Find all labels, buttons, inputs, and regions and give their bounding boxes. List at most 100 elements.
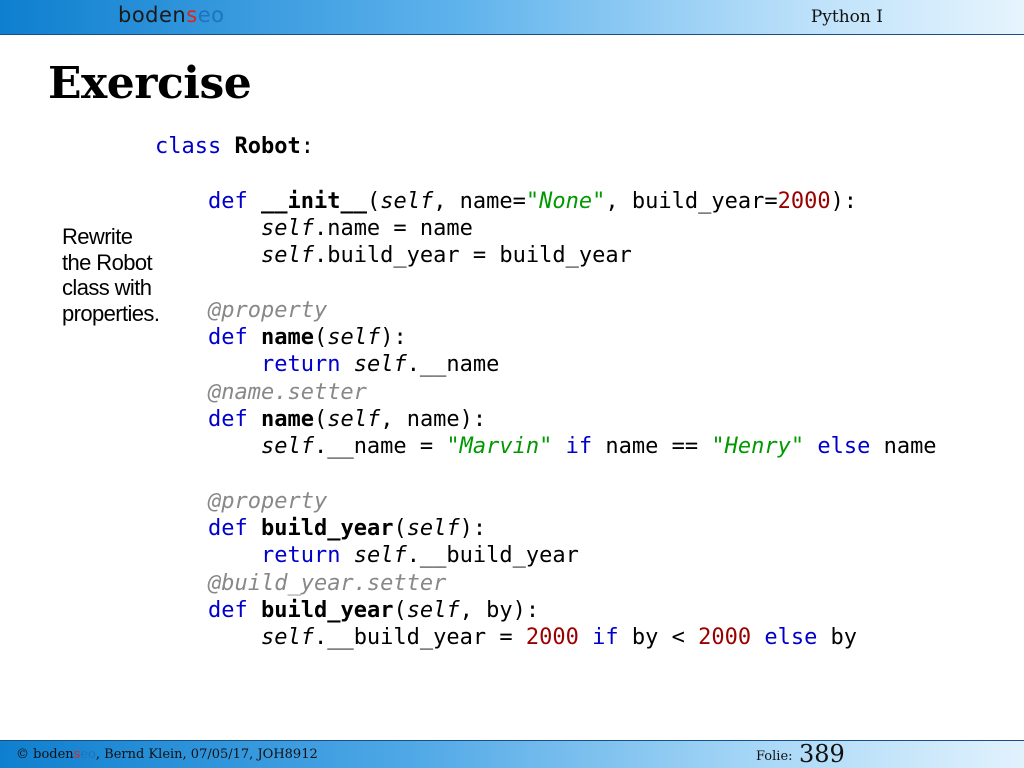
code-line: @build_year.setter <box>155 570 937 597</box>
code-line: def build_year(self): <box>155 515 937 542</box>
code-line: def name(self): <box>155 324 937 351</box>
code-token: class <box>155 134 222 159</box>
author-info: , Bernd Klein, 07/05/17, JOH8912 <box>95 747 318 762</box>
code-token: self <box>406 516 460 542</box>
code-token: ( <box>393 516 407 542</box>
code-token: .name = name <box>313 215 473 241</box>
code-token: self <box>327 325 381 351</box>
code-token: self <box>260 434 314 460</box>
code-line: @property <box>155 297 937 324</box>
code-token: None <box>539 188 593 214</box>
footer-copyright: © bodenseo, Bernd Klein, 07/05/17, JOH89… <box>16 747 318 762</box>
code-token: name <box>260 406 314 432</box>
code-line: self.__build_year = 2000 if by < 2000 el… <box>155 624 937 651</box>
code-token: return <box>260 352 341 378</box>
code-token: .__name = <box>313 434 447 460</box>
code-token: name <box>870 434 937 460</box>
code-token: def <box>207 598 248 624</box>
code-token: self <box>406 598 460 624</box>
code-token: name <box>260 325 314 351</box>
code-block: class Robot: def __init__(self, name="No… <box>155 133 937 652</box>
code-token: .__name <box>406 352 500 378</box>
code-token: self <box>260 625 314 651</box>
logo-suffix: eo <box>197 3 225 27</box>
code-token: def <box>207 188 248 214</box>
code-line: return self.__name <box>155 351 937 378</box>
code-token: def <box>207 516 248 542</box>
code-token: " <box>525 188 540 214</box>
code-token: ): <box>459 516 487 542</box>
code-token: Henry <box>724 434 791 460</box>
logo-accent: s <box>186 3 198 27</box>
code-token: .build_year = build_year <box>313 243 632 269</box>
code-token: " <box>446 434 460 460</box>
code-token: self <box>380 188 434 214</box>
code-token: , by): <box>459 598 540 624</box>
code-token: build_year <box>260 516 394 542</box>
code-token: name == <box>592 434 712 460</box>
code-line: def __init__(self, name="None", build_ye… <box>155 188 937 215</box>
slide-title: Exercise <box>48 58 252 109</box>
code-token: ): <box>830 188 858 214</box>
footer-bar: © bodenseo, Bernd Klein, 07/05/17, JOH89… <box>0 740 1024 768</box>
header-bar: bodenseo Python I <box>0 0 1024 35</box>
code-token: " <box>539 434 553 460</box>
code-line: return self.__build_year <box>155 542 937 569</box>
code-token: self <box>353 352 407 378</box>
code-line: @property <box>155 488 937 515</box>
code-token: @property <box>207 297 328 323</box>
code-token: else <box>764 625 818 651</box>
code-line: class Robot: <box>155 133 937 160</box>
code-token: : <box>300 134 314 159</box>
bodenseo-logo: bodenseo <box>118 3 224 27</box>
code-token: if <box>592 625 619 651</box>
code-token: def <box>207 325 248 351</box>
code-token: build_year <box>260 598 394 624</box>
code-token: self <box>260 215 314 241</box>
code-token: , name= <box>433 188 526 214</box>
code-token: " <box>592 188 606 214</box>
code-line: def build_year(self, by): <box>155 597 937 624</box>
code-line: @name.setter <box>155 379 937 406</box>
code-line: self.__name = "Marvin" if name == "Henry… <box>155 433 937 460</box>
code-token: by <box>817 625 858 651</box>
copyright-symbol: © <box>16 747 29 762</box>
code-line: self.build_year = build_year <box>155 242 937 269</box>
code-line: def name(self, name): <box>155 406 937 433</box>
code-token: Robot <box>234 134 301 159</box>
code-token: ): <box>380 325 407 351</box>
code-token: ( <box>313 406 328 432</box>
code-token: ( <box>393 598 407 624</box>
code-token: self <box>260 243 314 269</box>
logo-prefix: boden <box>118 3 187 27</box>
footer-logo-prefix: boden <box>33 747 74 762</box>
code-token: def <box>207 406 248 432</box>
code-token: self <box>327 406 381 432</box>
